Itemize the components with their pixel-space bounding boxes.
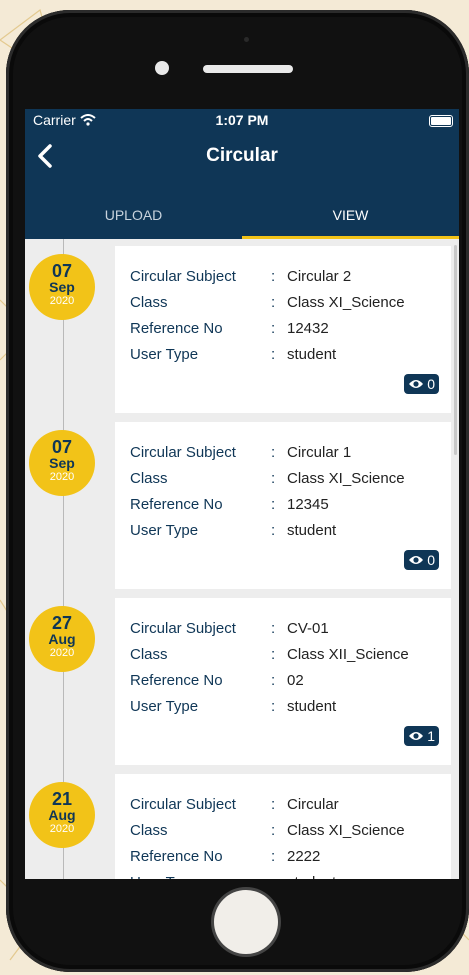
circular-card[interactable]: Circular Subject : Circular 1 Class : Cl… bbox=[115, 422, 451, 589]
tab-bar: UPLOAD VIEW bbox=[25, 181, 459, 239]
app-header: Circular bbox=[25, 131, 459, 181]
separator: : bbox=[271, 268, 276, 285]
view-count-badge[interactable]: 0 bbox=[404, 550, 439, 570]
earpiece-speaker bbox=[203, 65, 293, 73]
class-value: Class XII_Science bbox=[287, 646, 409, 663]
separator: : bbox=[271, 496, 276, 513]
separator: : bbox=[271, 444, 276, 461]
user-type-value: student bbox=[287, 698, 337, 715]
separator: : bbox=[271, 672, 276, 689]
user-type-label: User Type bbox=[130, 698, 199, 715]
front-camera bbox=[155, 61, 169, 75]
date-month: Aug bbox=[48, 631, 76, 647]
circular-card[interactable]: Circular Subject : CV-01 Class : Class X… bbox=[115, 598, 451, 765]
separator: : bbox=[271, 822, 276, 839]
user-type-label: User Type bbox=[130, 874, 270, 879]
subject-value: Circular 1 bbox=[287, 444, 352, 461]
reference-value: 02 bbox=[287, 672, 304, 689]
user-type-value: student bbox=[287, 874, 336, 879]
date-year: 2020 bbox=[49, 647, 75, 659]
class-value: Class XI_Science bbox=[287, 294, 405, 311]
date-badge: 07 Sep 2020 bbox=[29, 430, 95, 496]
view-count: 0 bbox=[427, 376, 435, 392]
subject-value: Circular bbox=[287, 796, 339, 813]
separator: : bbox=[271, 294, 276, 311]
separator: : bbox=[271, 346, 276, 363]
circular-item[interactable]: 27 Aug 2020 Circular Subject : CV-01 Cla… bbox=[25, 598, 459, 774]
separator: : bbox=[271, 874, 275, 879]
class-label: Class bbox=[130, 470, 168, 487]
date-year: 2020 bbox=[49, 823, 75, 835]
proximity-sensor bbox=[244, 37, 249, 42]
date-year: 2020 bbox=[49, 295, 75, 307]
reference-label: Reference No bbox=[130, 672, 223, 689]
user-type-value: student bbox=[287, 346, 337, 363]
reference-label: Reference No bbox=[130, 496, 223, 513]
circular-item[interactable]: 07 Sep 2020 Circular Subject : Circular … bbox=[25, 246, 459, 422]
date-month: Aug bbox=[48, 807, 76, 823]
reference-label: Reference No bbox=[130, 320, 223, 337]
date-badge: 27 Aug 2020 bbox=[29, 606, 95, 672]
separator: : bbox=[271, 470, 276, 487]
view-count-badge[interactable]: 0 bbox=[404, 374, 439, 394]
subject-label: Circular Subject bbox=[130, 444, 236, 461]
separator: : bbox=[271, 620, 276, 637]
date-day: 21 bbox=[51, 789, 73, 809]
class-label: Class bbox=[130, 646, 168, 663]
eye-icon bbox=[409, 380, 424, 388]
circular-list[interactable]: 07 Sep 2020 Circular Subject : Circular … bbox=[25, 239, 459, 879]
home-button[interactable] bbox=[214, 890, 278, 954]
date-day: 07 bbox=[51, 261, 73, 281]
date-day: 27 bbox=[51, 613, 73, 633]
separator: : bbox=[271, 796, 276, 813]
subject-label: Circular Subject bbox=[130, 620, 236, 637]
date-month: Sep bbox=[49, 455, 75, 471]
circular-card[interactable]: Circular Subject : Circular 2 Class : Cl… bbox=[115, 246, 451, 413]
date-badge: 21 Aug 2020 bbox=[29, 782, 95, 848]
reference-label: Reference No bbox=[130, 848, 223, 865]
app-screen: Carrier 1:07 PM Circular UPLOAD VIEW 07 … bbox=[25, 109, 459, 879]
status-time: 1:07 PM bbox=[215, 112, 269, 128]
subject-label: Circular Subject bbox=[130, 268, 236, 285]
page-title: Circular bbox=[206, 145, 278, 166]
subject-value: Circular 2 bbox=[287, 268, 352, 285]
battery-icon bbox=[429, 115, 453, 127]
separator: : bbox=[271, 698, 276, 715]
separator: : bbox=[271, 646, 276, 663]
tab-view[interactable]: VIEW bbox=[242, 181, 459, 239]
separator: : bbox=[271, 848, 276, 865]
reference-value: 2222 bbox=[287, 848, 321, 865]
eye-icon bbox=[409, 556, 424, 564]
date-day: 07 bbox=[51, 437, 73, 457]
subject-value: CV-01 bbox=[287, 620, 329, 637]
reference-value: 12432 bbox=[287, 320, 329, 337]
class-value: Class XI_Science bbox=[287, 470, 405, 487]
reference-value: 12345 bbox=[287, 496, 329, 513]
class-label: Class bbox=[130, 294, 168, 311]
view-count: 0 bbox=[427, 552, 435, 568]
status-bar: Carrier 1:07 PM bbox=[25, 109, 459, 131]
circular-item[interactable]: 07 Sep 2020 Circular Subject : Circular … bbox=[25, 422, 459, 598]
subject-label: Circular Subject bbox=[130, 796, 236, 813]
date-month: Sep bbox=[49, 279, 75, 295]
separator: : bbox=[271, 522, 276, 539]
circular-card[interactable]: Circular Subject : Circular Class : Clas… bbox=[115, 774, 451, 879]
date-year: 2020 bbox=[49, 471, 75, 483]
view-count: 1 bbox=[427, 728, 435, 744]
date-badge: 07 Sep 2020 bbox=[29, 254, 95, 320]
circular-item[interactable]: 21 Aug 2020 Circular Subject : Circular … bbox=[25, 774, 459, 879]
view-count-badge[interactable]: 1 bbox=[404, 726, 439, 746]
class-label: Class bbox=[130, 822, 168, 839]
user-type-label: User Type bbox=[130, 346, 199, 363]
user-type-value: student bbox=[287, 522, 337, 539]
class-value: Class XI_Science bbox=[287, 822, 405, 839]
separator: : bbox=[271, 320, 276, 337]
eye-icon bbox=[409, 732, 424, 740]
tab-upload[interactable]: UPLOAD bbox=[25, 181, 242, 239]
user-type-label: User Type bbox=[130, 522, 199, 539]
